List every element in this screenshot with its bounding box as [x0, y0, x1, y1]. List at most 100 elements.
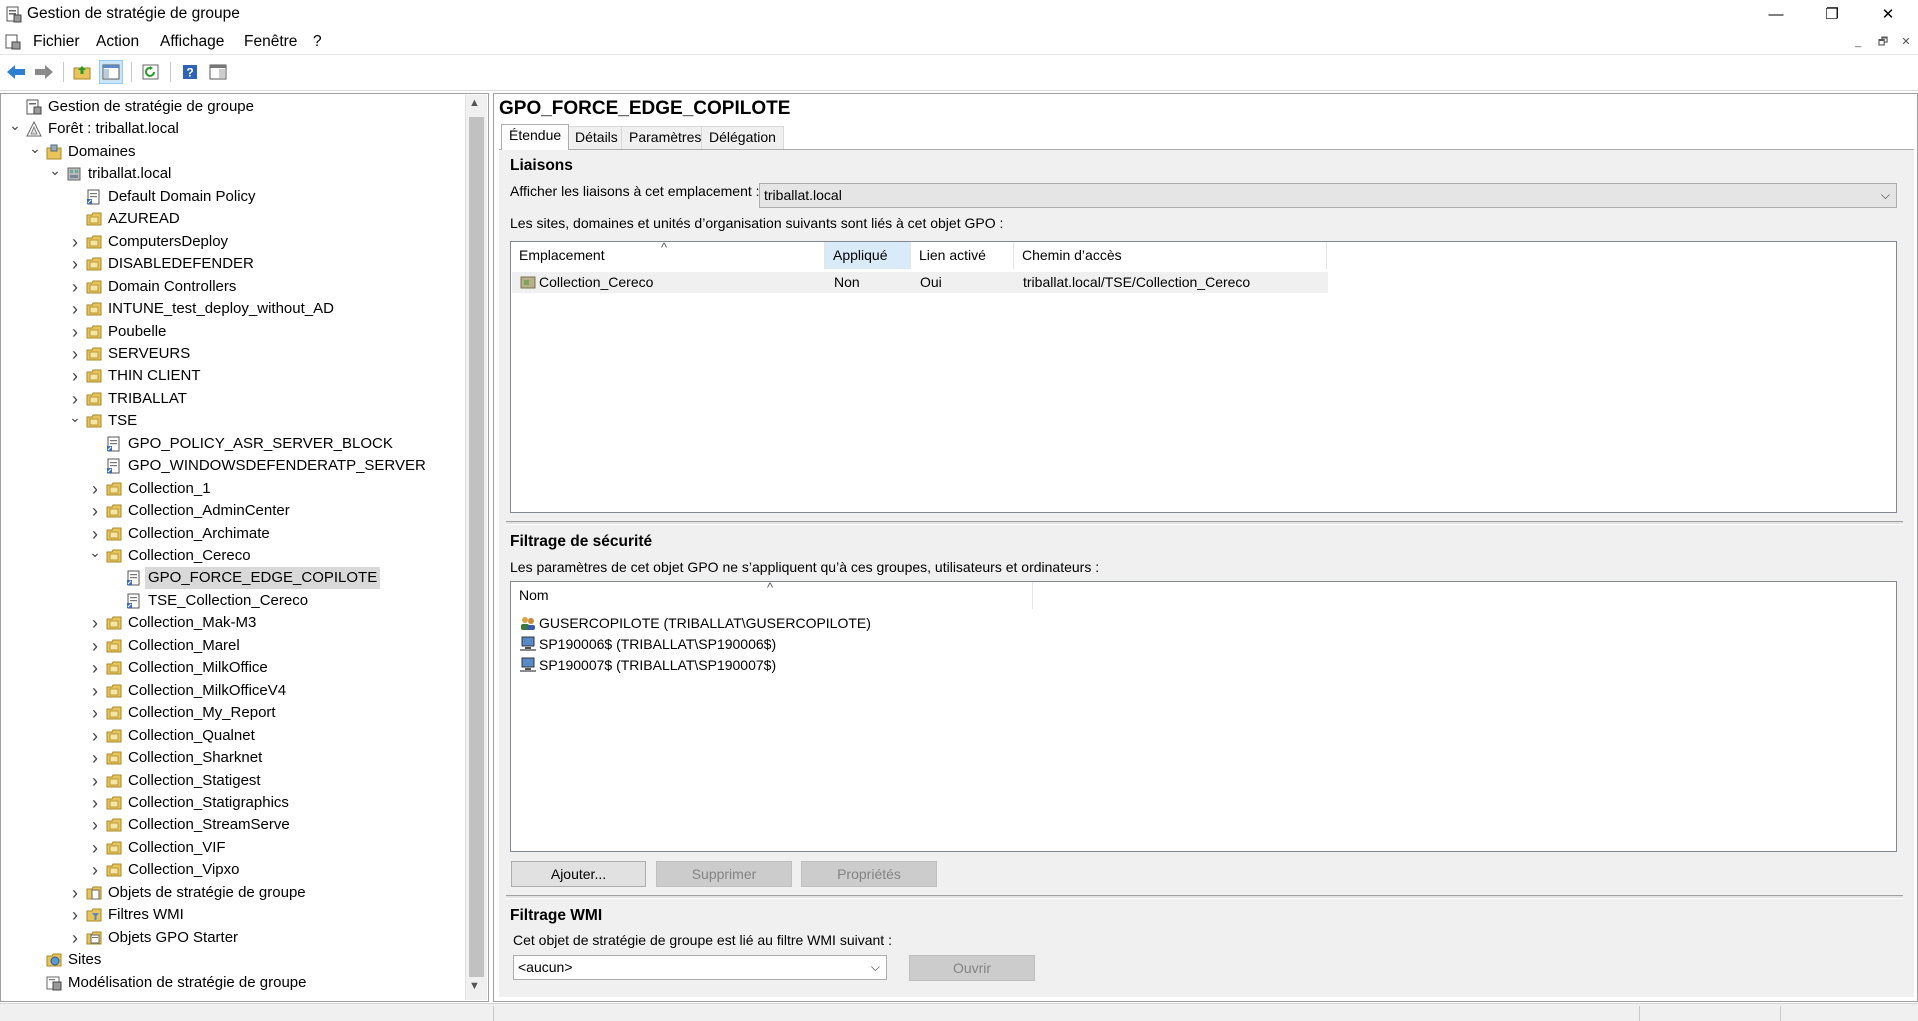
- tree-item[interactable]: ⌄ Domaines: [0, 141, 462, 163]
- tree-item[interactable]: ⌄ triballat.local: [0, 163, 462, 185]
- tree-item[interactable]: ⌄ TSE: [0, 410, 462, 432]
- tab-details[interactable]: Détails: [567, 126, 626, 149]
- collapsed-chevron-icon[interactable]: ›: [88, 680, 102, 702]
- tree-item[interactable]: › INTUNE_test_deploy_without_AD: [0, 298, 462, 320]
- collapsed-chevron-icon[interactable]: ›: [68, 343, 82, 365]
- collapsed-chevron-icon[interactable]: ›: [68, 253, 82, 275]
- minimize-button[interactable]: —: [1753, 0, 1799, 29]
- menu-help[interactable]: ?: [313, 33, 322, 51]
- collapsed-chevron-icon[interactable]: ›: [68, 904, 82, 926]
- collapsed-chevron-icon[interactable]: ›: [88, 478, 102, 500]
- tree-item[interactable]: › Objets de stratégie de groupe: [0, 882, 462, 904]
- tree-item[interactable]: GPO_FORCE_EDGE_COPILOTE: [0, 567, 462, 590]
- list-item[interactable]: SP190006$ (TRIBALLAT\SP190006$): [512, 634, 1112, 655]
- add-button[interactable]: Ajouter...: [511, 861, 646, 887]
- tree-item[interactable]: GPO_POLICY_ASR_SERVER_BLOCK: [0, 433, 462, 455]
- tree-item[interactable]: › DISABLEDEFENDER: [0, 253, 462, 275]
- tree-item[interactable]: › THIN CLIENT: [0, 365, 462, 387]
- close-button[interactable]: ✕: [1865, 0, 1911, 29]
- collapsed-chevron-icon[interactable]: ›: [88, 747, 102, 769]
- tree-item[interactable]: › Collection_Qualnet: [0, 725, 462, 747]
- restore-button[interactable]: ❐: [1809, 0, 1855, 29]
- table-row[interactable]: Collection_Cereco Non Oui triballat.loca…: [512, 272, 1328, 293]
- tree-item[interactable]: › Collection_Statigest: [0, 770, 462, 792]
- column-chemin-acces[interactable]: Chemin d’accès: [1014, 242, 1327, 269]
- tree-item[interactable]: Sites: [0, 949, 462, 971]
- expanded-chevron-icon[interactable]: ⌄: [88, 545, 102, 567]
- tree-item[interactable]: › Collection_Mak-M3: [0, 612, 462, 634]
- tree-item[interactable]: › Domain Controllers: [0, 276, 462, 298]
- properties-button[interactable]: Propriétés: [801, 861, 937, 887]
- collapsed-chevron-icon[interactable]: ›: [68, 927, 82, 949]
- tab-delegation[interactable]: Délégation: [701, 126, 784, 149]
- column-applique[interactable]: Appliqué: [825, 242, 911, 269]
- expanded-chevron-icon[interactable]: ⌄: [68, 410, 82, 432]
- tree-item[interactable]: › Collection_Archimate: [0, 523, 462, 545]
- tree-item[interactable]: Modélisation de stratégie de groupe: [0, 972, 462, 994]
- tree-item[interactable]: › Collection_My_Report: [0, 702, 462, 724]
- links-location-dropdown[interactable]: triballat.local ⌵: [759, 183, 1897, 208]
- collapsed-chevron-icon[interactable]: ›: [68, 298, 82, 320]
- tree-item[interactable]: › SERVEURS: [0, 343, 462, 365]
- collapsed-chevron-icon[interactable]: ›: [68, 276, 82, 298]
- list-item[interactable]: GUSERCOPILOTE (TRIBALLAT\GUSERCOPILOTE): [512, 613, 1112, 634]
- tree-scrollbar-thumb[interactable]: [469, 117, 484, 977]
- security-filter-list[interactable]: Nom ^ GUSERCOPILOTE (TRIBALLAT\GUSERCOPI…: [510, 580, 1897, 852]
- collapsed-chevron-icon[interactable]: ›: [68, 321, 82, 343]
- tree-item[interactable]: › Collection_Statigraphics: [0, 792, 462, 814]
- column-lien-active[interactable]: Lien activé: [911, 242, 1014, 269]
- tree-item[interactable]: › Collection_VIF: [0, 837, 462, 859]
- expanded-chevron-icon[interactable]: ⌄: [28, 141, 42, 163]
- system-menu-icon[interactable]: [5, 34, 21, 50]
- mdi-minimize-button[interactable]: _: [1849, 35, 1867, 50]
- tree-item[interactable]: › Collection_MilkOfficeV4: [0, 680, 462, 702]
- collapsed-chevron-icon[interactable]: ›: [68, 882, 82, 904]
- tree-item[interactable]: › Collection_Vipxo: [0, 859, 462, 881]
- collapsed-chevron-icon[interactable]: ›: [88, 500, 102, 522]
- collapsed-chevron-icon[interactable]: ›: [88, 837, 102, 859]
- column-emplacement[interactable]: Emplacement ^: [511, 240, 825, 269]
- scroll-down-arrow-icon[interactable]: ▼: [469, 980, 480, 992]
- links-list[interactable]: Emplacement ^ Appliqué Lien activé Chemi…: [510, 240, 1897, 513]
- expanded-chevron-icon[interactable]: ⌄: [48, 163, 62, 185]
- mdi-restore-button[interactable]: 🗗: [1874, 35, 1892, 50]
- tree-item[interactable]: GPO_WINDOWSDEFENDERATP_SERVER: [0, 455, 462, 477]
- collapsed-chevron-icon[interactable]: ›: [88, 770, 102, 792]
- tree-item[interactable]: › Collection_1: [0, 478, 462, 500]
- tree-item[interactable]: AZUREAD: [0, 208, 462, 230]
- up-level-button[interactable]: [70, 60, 94, 84]
- forward-button[interactable]: [32, 60, 56, 84]
- tree-item[interactable]: ⌄ Forêt : triballat.local: [0, 118, 462, 140]
- remove-button[interactable]: Supprimer: [656, 861, 792, 887]
- tree-item[interactable]: › Filtres WMI: [0, 904, 462, 926]
- menu-fichier[interactable]: Fichier: [33, 33, 80, 51]
- tree-item[interactable]: › Collection_MilkOffice: [0, 657, 462, 679]
- menu-fenetre[interactable]: Fenêtre: [244, 33, 297, 51]
- collapsed-chevron-icon[interactable]: ›: [88, 814, 102, 836]
- collapsed-chevron-icon[interactable]: ›: [88, 657, 102, 679]
- scroll-up-arrow-icon[interactable]: ▲: [469, 97, 480, 109]
- menu-action[interactable]: Action: [96, 33, 139, 51]
- tree-item[interactable]: › Collection_AdminCenter: [0, 500, 462, 522]
- collapsed-chevron-icon[interactable]: ›: [88, 725, 102, 747]
- mdi-close-button[interactable]: ✕: [1897, 35, 1915, 50]
- tab-parametres[interactable]: Paramètres: [621, 126, 710, 149]
- tree-item[interactable]: › Collection_StreamServe: [0, 814, 462, 836]
- tree-item[interactable]: › Collection_Sharknet: [0, 747, 462, 769]
- help-button[interactable]: ?: [178, 60, 202, 84]
- tree-item[interactable]: › Poubelle: [0, 321, 462, 343]
- tree-item[interactable]: Default Domain Policy: [0, 186, 462, 208]
- expanded-chevron-icon[interactable]: ⌄: [8, 118, 22, 140]
- open-wmi-button[interactable]: Ouvrir: [909, 955, 1035, 981]
- back-button[interactable]: [4, 60, 28, 84]
- tree-item[interactable]: Gestion de stratégie de groupe: [0, 96, 462, 118]
- column-nom[interactable]: Nom ^: [511, 580, 1033, 609]
- refresh-button[interactable]: [139, 60, 163, 84]
- collapsed-chevron-icon[interactable]: ›: [88, 702, 102, 724]
- tree-item[interactable]: › Objets GPO Starter: [0, 927, 462, 949]
- menu-affichage[interactable]: Affichage: [160, 33, 224, 51]
- tab-etendue[interactable]: Étendue: [501, 124, 570, 150]
- collapsed-chevron-icon[interactable]: ›: [88, 859, 102, 881]
- collapsed-chevron-icon[interactable]: ›: [88, 792, 102, 814]
- collapsed-chevron-icon[interactable]: ›: [88, 635, 102, 657]
